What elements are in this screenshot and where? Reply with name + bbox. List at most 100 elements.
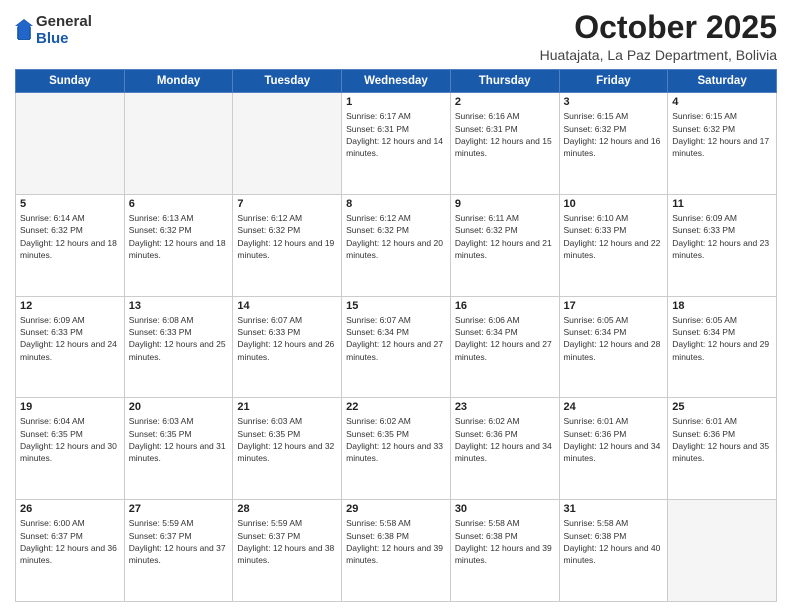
day-number: 18 <box>672 300 772 312</box>
day-number: 25 <box>672 401 772 413</box>
day-info: Sunrise: 6:03 AMSunset: 6:35 PMDaylight:… <box>237 415 337 464</box>
calendar-day-cell <box>124 93 233 195</box>
day-info: Sunrise: 6:13 AMSunset: 6:32 PMDaylight:… <box>129 212 229 261</box>
day-number: 16 <box>455 300 555 312</box>
day-info: Sunrise: 6:03 AMSunset: 6:35 PMDaylight:… <box>129 415 229 464</box>
day-number: 28 <box>237 503 337 515</box>
day-of-week-header: Sunday <box>16 70 125 93</box>
calendar-day-cell: 23Sunrise: 6:02 AMSunset: 6:36 PMDayligh… <box>450 398 559 500</box>
day-number: 27 <box>129 503 229 515</box>
day-number: 15 <box>346 300 446 312</box>
calendar-day-cell: 14 Sunrise: 6:07 AMSunset: 6:33 PMDayligh… <box>233 296 342 398</box>
logo-blue-text: Blue <box>36 31 92 48</box>
calendar-day-cell: 19 Sunrise: 6:04 AMSunset: 6:35 PMDayligh… <box>16 398 125 500</box>
day-number: 14 <box>237 300 337 312</box>
calendar-day-cell: 21 Sunrise: 6:03 AMSunset: 6:35 PMDayligh… <box>233 398 342 500</box>
calendar-day-cell: 22 Sunrise: 6:02 AMSunset: 6:35 PMDayligh… <box>342 398 451 500</box>
day-number: 10 <box>564 198 664 210</box>
calendar-day-cell: 17 Sunrise: 6:05 AMSunset: 6:34 PMDayligh… <box>559 296 668 398</box>
header: General Blue October 2025 Huatajata, La … <box>15 10 777 63</box>
day-info: Sunrise: 6:14 AMSunset: 6:32 PMDaylight:… <box>20 212 120 261</box>
calendar-day-cell: 1 Sunrise: 6:17 AMSunset: 6:31 PMDaylight… <box>342 93 451 195</box>
calendar-day-cell: 6 Sunrise: 6:13 AMSunset: 6:32 PMDaylight… <box>124 194 233 296</box>
calendar-day-cell: 28 Sunrise: 5:59 AMSunset: 6:37 PMDayligh… <box>233 500 342 602</box>
day-number: 24 <box>564 401 664 413</box>
logo-icon <box>15 19 33 41</box>
day-of-week-header: Tuesday <box>233 70 342 93</box>
day-info: Sunrise: 5:58 AMSunset: 6:38 PMDaylight:… <box>346 517 446 566</box>
calendar-week-row: 1 Sunrise: 6:17 AMSunset: 6:31 PMDaylight… <box>16 93 777 195</box>
calendar-day-cell: 7 Sunrise: 6:12 AMSunset: 6:32 PMDaylight… <box>233 194 342 296</box>
day-info: Sunrise: 6:05 AMSunset: 6:34 PMDaylight:… <box>672 314 772 363</box>
day-info: Sunrise: 6:06 AMSunset: 6:34 PMDaylight:… <box>455 314 555 363</box>
day-number: 1 <box>346 96 446 108</box>
calendar-day-cell: 24 Sunrise: 6:01 AMSunset: 6:36 PMDayligh… <box>559 398 668 500</box>
day-of-week-header: Saturday <box>668 70 777 93</box>
day-number: 4 <box>672 96 772 108</box>
calendar-week-row: 26 Sunrise: 6:00 AMSunset: 6:37 PMDayligh… <box>16 500 777 602</box>
day-info: Sunrise: 6:16 AMSunset: 6:31 PMDaylight:… <box>455 110 555 159</box>
day-number: 29 <box>346 503 446 515</box>
calendar-day-cell <box>233 93 342 195</box>
day-number: 12 <box>20 300 120 312</box>
day-info: Sunrise: 6:12 AMSunset: 6:32 PMDaylight:… <box>346 212 446 261</box>
day-info: Sunrise: 6:08 AMSunset: 6:33 PMDaylight:… <box>129 314 229 363</box>
day-info: Sunrise: 6:10 AMSunset: 6:33 PMDaylight:… <box>564 212 664 261</box>
calendar-day-cell: 16 Sunrise: 6:06 AMSunset: 6:34 PMDayligh… <box>450 296 559 398</box>
day-info: Sunrise: 6:07 AMSunset: 6:33 PMDaylight:… <box>237 314 337 363</box>
calendar-day-cell: 18 Sunrise: 6:05 AMSunset: 6:34 PMDayligh… <box>668 296 777 398</box>
day-number: 7 <box>237 198 337 210</box>
calendar-day-cell: 2Sunrise: 6:16 AMSunset: 6:31 PMDaylight… <box>450 93 559 195</box>
day-info: Sunrise: 6:00 AMSunset: 6:37 PMDaylight:… <box>20 517 120 566</box>
day-number: 9 <box>455 198 555 210</box>
day-number: 3 <box>564 96 664 108</box>
page: General Blue October 2025 Huatajata, La … <box>0 0 792 612</box>
title-section: October 2025 Huatajata, La Paz Departmen… <box>540 10 777 63</box>
day-info: Sunrise: 5:59 AMSunset: 6:37 PMDaylight:… <box>237 517 337 566</box>
calendar-day-cell: 10 Sunrise: 6:10 AMSunset: 6:33 PMDayligh… <box>559 194 668 296</box>
calendar-day-cell: 13Sunrise: 6:08 AMSunset: 6:33 PMDayligh… <box>124 296 233 398</box>
calendar-day-cell: 3Sunrise: 6:15 AMSunset: 6:32 PMDaylight… <box>559 93 668 195</box>
calendar-day-cell: 11Sunrise: 6:09 AMSunset: 6:33 PMDayligh… <box>668 194 777 296</box>
day-of-week-header: Thursday <box>450 70 559 93</box>
day-info: Sunrise: 6:01 AMSunset: 6:36 PMDaylight:… <box>672 415 772 464</box>
day-info: Sunrise: 5:58 AMSunset: 6:38 PMDaylight:… <box>564 517 664 566</box>
day-number: 22 <box>346 401 446 413</box>
day-info: Sunrise: 5:58 AMSunset: 6:38 PMDaylight:… <box>455 517 555 566</box>
logo: General Blue <box>15 14 92 47</box>
day-number: 21 <box>237 401 337 413</box>
day-info: Sunrise: 6:02 AMSunset: 6:35 PMDaylight:… <box>346 415 446 464</box>
day-number: 17 <box>564 300 664 312</box>
day-number: 19 <box>20 401 120 413</box>
calendar-week-row: 19 Sunrise: 6:04 AMSunset: 6:35 PMDayligh… <box>16 398 777 500</box>
day-number: 20 <box>129 401 229 413</box>
day-info: Sunrise: 6:09 AMSunset: 6:33 PMDaylight:… <box>672 212 772 261</box>
calendar-day-cell: 20 Sunrise: 6:03 AMSunset: 6:35 PMDayligh… <box>124 398 233 500</box>
day-info: Sunrise: 6:07 AMSunset: 6:34 PMDaylight:… <box>346 314 446 363</box>
calendar-day-cell: 4Sunrise: 6:15 AMSunset: 6:32 PMDaylight… <box>668 93 777 195</box>
month-title: October 2025 <box>540 10 777 45</box>
calendar-day-cell: 29 Sunrise: 5:58 AMSunset: 6:38 PMDayligh… <box>342 500 451 602</box>
calendar-table: SundayMondayTuesdayWednesdayThursdayFrid… <box>15 69 777 602</box>
day-number: 31 <box>564 503 664 515</box>
day-of-week-header: Wednesday <box>342 70 451 93</box>
day-info: Sunrise: 6:02 AMSunset: 6:36 PMDaylight:… <box>455 415 555 464</box>
day-info: Sunrise: 6:17 AMSunset: 6:31 PMDaylight:… <box>346 110 446 159</box>
calendar-day-cell: 27 Sunrise: 5:59 AMSunset: 6:37 PMDayligh… <box>124 500 233 602</box>
calendar-week-row: 12 Sunrise: 6:09 AMSunset: 6:33 PMDayligh… <box>16 296 777 398</box>
day-info: Sunrise: 6:11 AMSunset: 6:32 PMDaylight:… <box>455 212 555 261</box>
calendar-header-row: SundayMondayTuesdayWednesdayThursdayFrid… <box>16 70 777 93</box>
day-info: Sunrise: 6:04 AMSunset: 6:35 PMDaylight:… <box>20 415 120 464</box>
day-info: Sunrise: 5:59 AMSunset: 6:37 PMDaylight:… <box>129 517 229 566</box>
calendar-day-cell: 30Sunrise: 5:58 AMSunset: 6:38 PMDayligh… <box>450 500 559 602</box>
day-info: Sunrise: 6:01 AMSunset: 6:36 PMDaylight:… <box>564 415 664 464</box>
day-info: Sunrise: 6:12 AMSunset: 6:32 PMDaylight:… <box>237 212 337 261</box>
day-number: 5 <box>20 198 120 210</box>
day-number: 26 <box>20 503 120 515</box>
calendar-day-cell: 25 Sunrise: 6:01 AMSunset: 6:36 PMDayligh… <box>668 398 777 500</box>
calendar-week-row: 5 Sunrise: 6:14 AMSunset: 6:32 PMDaylight… <box>16 194 777 296</box>
day-info: Sunrise: 6:09 AMSunset: 6:33 PMDaylight:… <box>20 314 120 363</box>
day-number: 6 <box>129 198 229 210</box>
day-of-week-header: Friday <box>559 70 668 93</box>
day-info: Sunrise: 6:05 AMSunset: 6:34 PMDaylight:… <box>564 314 664 363</box>
